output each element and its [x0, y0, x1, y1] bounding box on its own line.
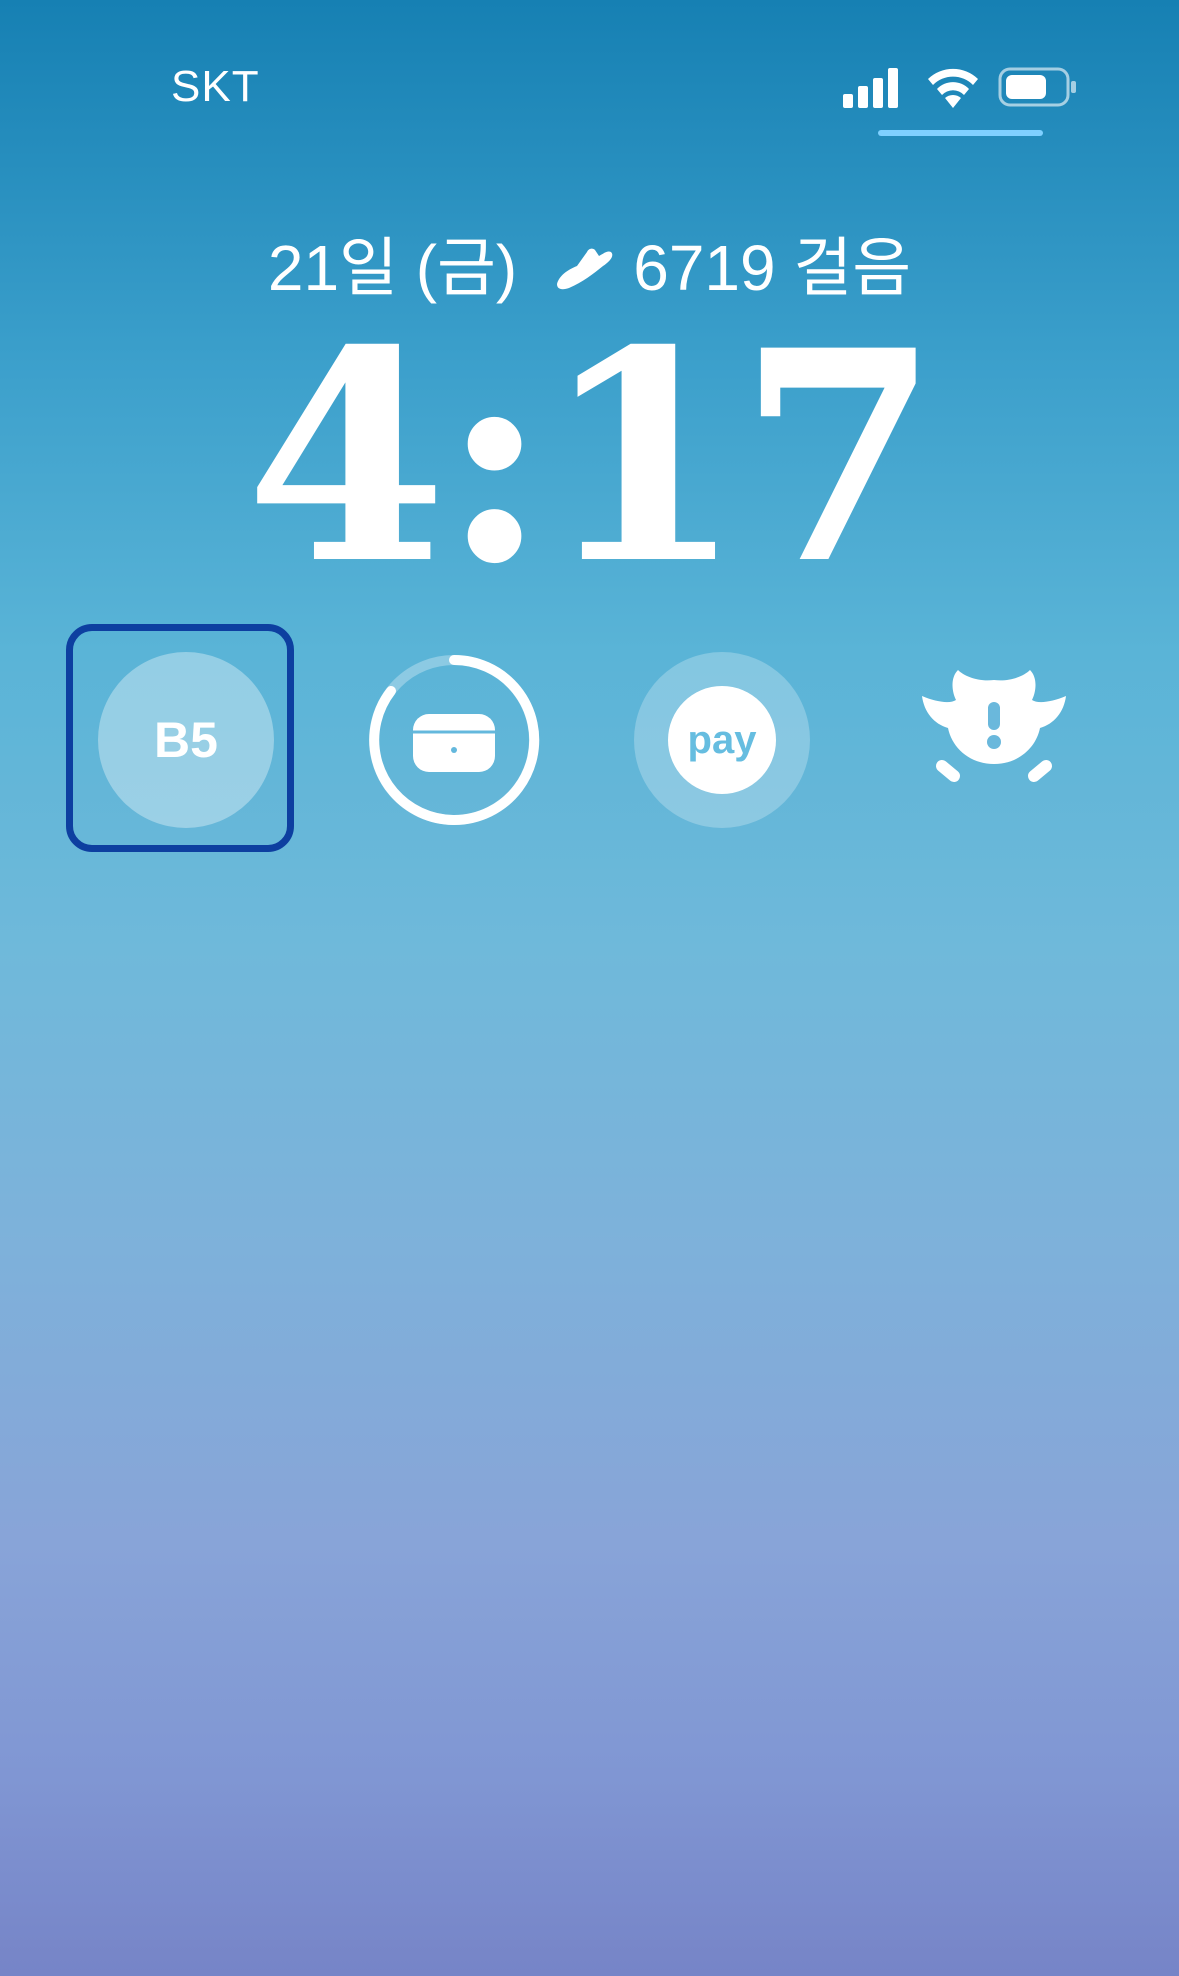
- owl-alert-widget[interactable]: [906, 652, 1082, 828]
- pay-label: pay: [687, 717, 757, 762]
- status-icons: [843, 62, 1083, 112]
- clock-time[interactable]: 4:17: [0, 313, 1179, 603]
- owl-alert-icon: [922, 670, 1066, 782]
- battery-icon: [998, 67, 1076, 107]
- pay-badge: pay: [668, 686, 776, 794]
- reminder-widget[interactable]: B5: [98, 652, 274, 828]
- signal-icon: [843, 68, 898, 108]
- airpods-battery-widget[interactable]: [366, 652, 542, 828]
- carrier-label: SKT: [171, 62, 260, 111]
- reminder-badge-label: B5: [154, 712, 218, 768]
- airpods-case-icon: [369, 654, 540, 825]
- wifi-icon: [928, 68, 978, 108]
- status-indicator-bar: [878, 130, 1043, 136]
- pay-widget[interactable]: pay: [634, 652, 810, 828]
- shoe-icon: [557, 248, 613, 290]
